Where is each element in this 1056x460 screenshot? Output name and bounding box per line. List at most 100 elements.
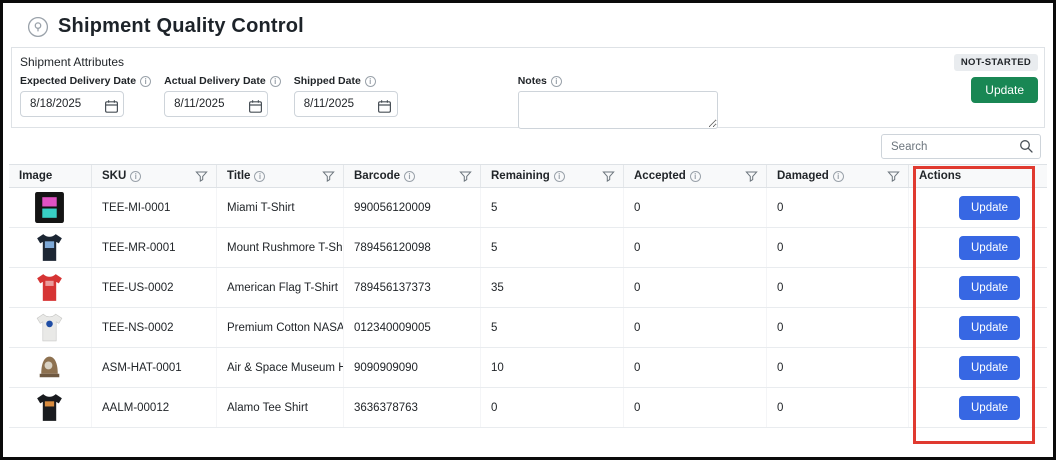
info-icon[interactable]	[551, 76, 562, 87]
accepted-cell: 0	[623, 228, 766, 267]
filter-icon[interactable]	[745, 170, 758, 183]
filter-icon[interactable]	[322, 170, 335, 183]
info-icon[interactable]	[404, 171, 415, 182]
filter-icon[interactable]	[195, 170, 208, 183]
info-icon[interactable]	[365, 76, 376, 87]
product-thumbnail-miami	[9, 188, 91, 227]
table-row: AALM-00012 Alamo Tee Shirt 3636378763 0 …	[9, 388, 1047, 428]
barcode-cell: 9090909090	[343, 348, 480, 387]
calendar-icon[interactable]	[247, 99, 263, 115]
expected-delivery-date-field: Expected Delivery Date	[20, 75, 151, 117]
attribute-fields-row: Expected Delivery Date Actual Delivery	[20, 75, 1036, 134]
search-input[interactable]	[882, 141, 1012, 153]
row-update-button[interactable]: Update	[959, 236, 1020, 260]
table-row: TEE-NS-0002 Premium Cotton NASA T-S... 0…	[9, 308, 1047, 348]
column-header-remaining: Remaining	[480, 165, 623, 187]
damaged-cell: 0	[766, 268, 908, 307]
search-icon[interactable]	[1012, 135, 1040, 158]
column-header-damaged: Damaged	[766, 165, 908, 187]
row-update-button[interactable]: Update	[959, 196, 1020, 220]
damaged-cell: 0	[766, 348, 908, 387]
page-title: Shipment Quality Control	[58, 15, 304, 38]
attributes-update-button[interactable]: Update	[971, 77, 1038, 103]
barcode-cell: 789456137373	[343, 268, 480, 307]
info-icon[interactable]	[130, 171, 141, 182]
remaining-cell: 5	[480, 308, 623, 347]
title-cell: Alamo Tee Shirt	[216, 388, 343, 427]
sku-cell: TEE-MI-0001	[91, 188, 216, 227]
search-box	[881, 134, 1041, 159]
barcode-cell: 3636378763	[343, 388, 480, 427]
product-thumbnail-alamo	[9, 388, 91, 427]
table-row: ASM-HAT-0001 Air & Space Museum Hat 9090…	[9, 348, 1047, 388]
remaining-cell: 5	[480, 228, 623, 267]
damaged-cell: 0	[766, 388, 908, 427]
info-icon[interactable]	[140, 76, 151, 87]
sku-cell: TEE-NS-0002	[91, 308, 216, 347]
remaining-cell: 5	[480, 188, 623, 227]
table-header-row: Image SKU Title Barcode	[9, 164, 1047, 188]
filter-icon[interactable]	[887, 170, 900, 183]
product-thumbnail-hat	[9, 348, 91, 387]
remaining-cell: 0	[480, 388, 623, 427]
product-thumbnail-nasa	[9, 308, 91, 347]
remaining-cell: 10	[480, 348, 623, 387]
accepted-cell: 0	[623, 268, 766, 307]
row-update-button[interactable]: Update	[959, 276, 1020, 300]
title-cell: American Flag T-Shirt	[216, 268, 343, 307]
damaged-cell: 0	[766, 228, 908, 267]
status-badge: NOT-STARTED	[954, 54, 1038, 71]
calendar-icon[interactable]	[377, 99, 393, 115]
sku-cell: AALM-00012	[91, 388, 216, 427]
info-icon[interactable]	[270, 76, 281, 87]
barcode-cell: 789456120098	[343, 228, 480, 267]
info-icon[interactable]	[554, 171, 565, 182]
shipment-quality-control-page: Shipment Quality Control Shipment Attrib…	[0, 0, 1056, 460]
lightbulb-circle-icon	[27, 16, 49, 38]
column-header-image: Image	[9, 165, 91, 187]
remaining-cell: 35	[480, 268, 623, 307]
product-thumbnail-american-flag	[9, 268, 91, 307]
row-update-button[interactable]: Update	[959, 356, 1020, 380]
accepted-cell: 0	[623, 188, 766, 227]
actual-delivery-date-label: Actual Delivery Date	[164, 75, 266, 88]
title-cell: Air & Space Museum Hat	[216, 348, 343, 387]
notes-field: Notes	[518, 75, 718, 134]
info-icon[interactable]	[254, 171, 265, 182]
title-cell: Premium Cotton NASA T-S...	[216, 308, 343, 347]
sku-cell: TEE-MR-0001	[91, 228, 216, 267]
barcode-cell: 012340009005	[343, 308, 480, 347]
title-cell: Mount Rushmore T-Shirt	[216, 228, 343, 267]
column-header-accepted: Accepted	[623, 165, 766, 187]
shipped-date-field: Shipped Date	[294, 75, 398, 117]
table-row: TEE-MI-0001 Miami T-Shirt 990056120009 5…	[9, 188, 1047, 228]
shipment-attributes-card: Shipment Attributes NOT-STARTED Update E…	[11, 47, 1045, 128]
damaged-cell: 0	[766, 308, 908, 347]
page-header: Shipment Quality Control	[3, 3, 1053, 47]
row-update-button[interactable]: Update	[959, 316, 1020, 340]
actual-delivery-date-field: Actual Delivery Date	[164, 75, 281, 117]
row-update-button[interactable]: Update	[959, 396, 1020, 420]
column-header-barcode: Barcode	[343, 165, 480, 187]
table-row: TEE-US-0002 American Flag T-Shirt 789456…	[9, 268, 1047, 308]
table-toolbar	[3, 128, 1053, 164]
title-cell: Miami T-Shirt	[216, 188, 343, 227]
notes-textarea[interactable]	[518, 91, 718, 129]
expected-delivery-date-label: Expected Delivery Date	[20, 75, 136, 88]
shipped-date-label: Shipped Date	[294, 75, 361, 88]
column-header-title: Title	[216, 165, 343, 187]
filter-icon[interactable]	[602, 170, 615, 183]
table-row: TEE-MR-0001 Mount Rushmore T-Shirt 78945…	[9, 228, 1047, 268]
column-header-actions: Actions	[908, 165, 1047, 187]
accepted-cell: 0	[623, 308, 766, 347]
accepted-cell: 0	[623, 388, 766, 427]
barcode-cell: 990056120009	[343, 188, 480, 227]
accepted-cell: 0	[623, 348, 766, 387]
notes-label: Notes	[518, 75, 547, 88]
section-label: Shipment Attributes	[20, 55, 1036, 69]
info-icon[interactable]	[690, 171, 701, 182]
info-icon[interactable]	[833, 171, 844, 182]
calendar-icon[interactable]	[103, 99, 119, 115]
filter-icon[interactable]	[459, 170, 472, 183]
sku-cell: ASM-HAT-0001	[91, 348, 216, 387]
